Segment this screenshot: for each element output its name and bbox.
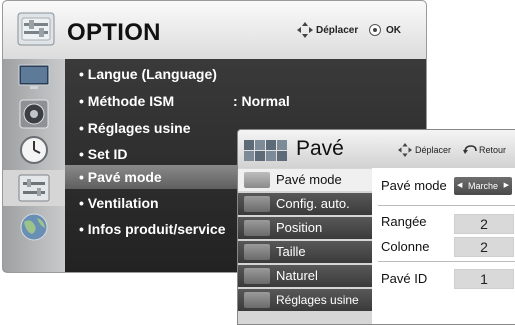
- tile-panel-header: Pavé Déplacer Retour: [238, 130, 515, 168]
- arrow-left-icon: ◀: [457, 182, 463, 189]
- ok-hint-label: OK: [386, 25, 401, 36]
- sidebar-item-picture[interactable]: [3, 59, 65, 95]
- tile-menu-item-label: Naturel: [276, 268, 318, 283]
- move-arrows-icon: [398, 143, 412, 157]
- tile-menu-item-label: Config. auto.: [276, 196, 350, 211]
- category-sidebar: [3, 59, 65, 272]
- rows-value-field[interactable]: 2: [454, 214, 514, 234]
- tile-menu-item-natural[interactable]: Naturel: [238, 265, 372, 289]
- globe-icon: [20, 213, 48, 241]
- natural-icon: [244, 268, 270, 284]
- tile-id-label: Pavé ID: [381, 271, 428, 286]
- list-item-label: • Pavé mode: [79, 169, 162, 185]
- move-arrows-icon: [297, 22, 313, 38]
- tile-menu-item-mode[interactable]: Pavé mode: [238, 169, 372, 193]
- back-arrow-icon: [463, 145, 477, 154]
- tile-icon: [244, 140, 287, 161]
- size-icon: [244, 244, 270, 260]
- speaker-icon: [19, 99, 49, 129]
- tile-menu-item-reset[interactable]: Réglages usine: [238, 289, 372, 313]
- list-item-ism-method[interactable]: • Méthode ISM : Normal: [65, 89, 426, 113]
- list-item-label: • Langue (Language): [79, 66, 217, 82]
- sidebar-item-audio[interactable]: [3, 96, 65, 132]
- tile-settings: Pavé mode ◀ Marche ▶ Rangée 2 Colonne 2 …: [372, 168, 515, 324]
- tile-mode-select[interactable]: ◀ Marche ▶: [454, 177, 512, 195]
- tile-menu-item-label: Taille: [276, 244, 306, 259]
- reset-icon: [244, 292, 270, 308]
- clock-icon: [20, 136, 48, 164]
- rows-label: Rangée: [381, 214, 427, 229]
- tile-panel-title: Pavé: [296, 137, 344, 160]
- move-hint-label: Déplacer: [415, 145, 452, 155]
- tile-menu-item-label: Position: [276, 220, 323, 235]
- tile-menu-item-size[interactable]: Taille: [238, 241, 372, 265]
- columns-label: Colonne: [381, 239, 430, 254]
- monitor-icon: [18, 64, 50, 89]
- back-hint-label: Retour: [479, 145, 507, 155]
- sidebar-item-option[interactable]: [3, 170, 65, 206]
- list-item-label: • Infos produit/service: [79, 221, 226, 237]
- arrow-right-icon: ▶: [503, 182, 509, 189]
- tile-menu-item-auto-config[interactable]: Config. auto.: [238, 193, 372, 217]
- tile-mode-icon: [244, 172, 270, 188]
- tile-menu-item-position[interactable]: Position: [238, 217, 372, 241]
- option-header: OPTION Déplacer OK: [3, 1, 426, 59]
- tile-menu-item-label: Pavé mode: [276, 172, 342, 187]
- tile-id-value-field[interactable]: 1: [454, 269, 514, 289]
- sidebar-item-network[interactable]: [3, 209, 65, 245]
- divider: [378, 261, 515, 262]
- auto-config-icon: [244, 196, 270, 212]
- list-item-label: • Méthode ISM: [79, 93, 175, 109]
- list-item-label: • Set ID: [79, 146, 128, 162]
- tile-mode-panel: Pavé Déplacer Retour Pavé mode Config. a…: [237, 129, 515, 325]
- page-title: OPTION: [67, 19, 161, 46]
- tile-mode-value: Marche: [467, 181, 498, 191]
- ok-button-icon: [369, 24, 381, 36]
- list-item-language[interactable]: • Langue (Language): [65, 62, 426, 86]
- option-settings-icon: [17, 12, 55, 46]
- sidebar-item-time[interactable]: [3, 132, 65, 168]
- move-hint-label: Déplacer: [316, 25, 359, 36]
- divider: [378, 205, 515, 206]
- tile-menu-list: Pavé mode Config. auto. Position Taille …: [238, 168, 372, 324]
- option-icon: [18, 174, 50, 202]
- list-item-label: • Ventilation: [79, 195, 159, 211]
- list-item-label: • Réglages usine: [79, 120, 191, 136]
- tile-menu-item-label: Réglages usine: [276, 293, 359, 307]
- tile-mode-label: Pavé mode: [381, 178, 447, 193]
- list-item-value: : Normal: [233, 93, 290, 109]
- columns-value-field[interactable]: 2: [454, 237, 514, 257]
- position-icon: [244, 220, 270, 236]
